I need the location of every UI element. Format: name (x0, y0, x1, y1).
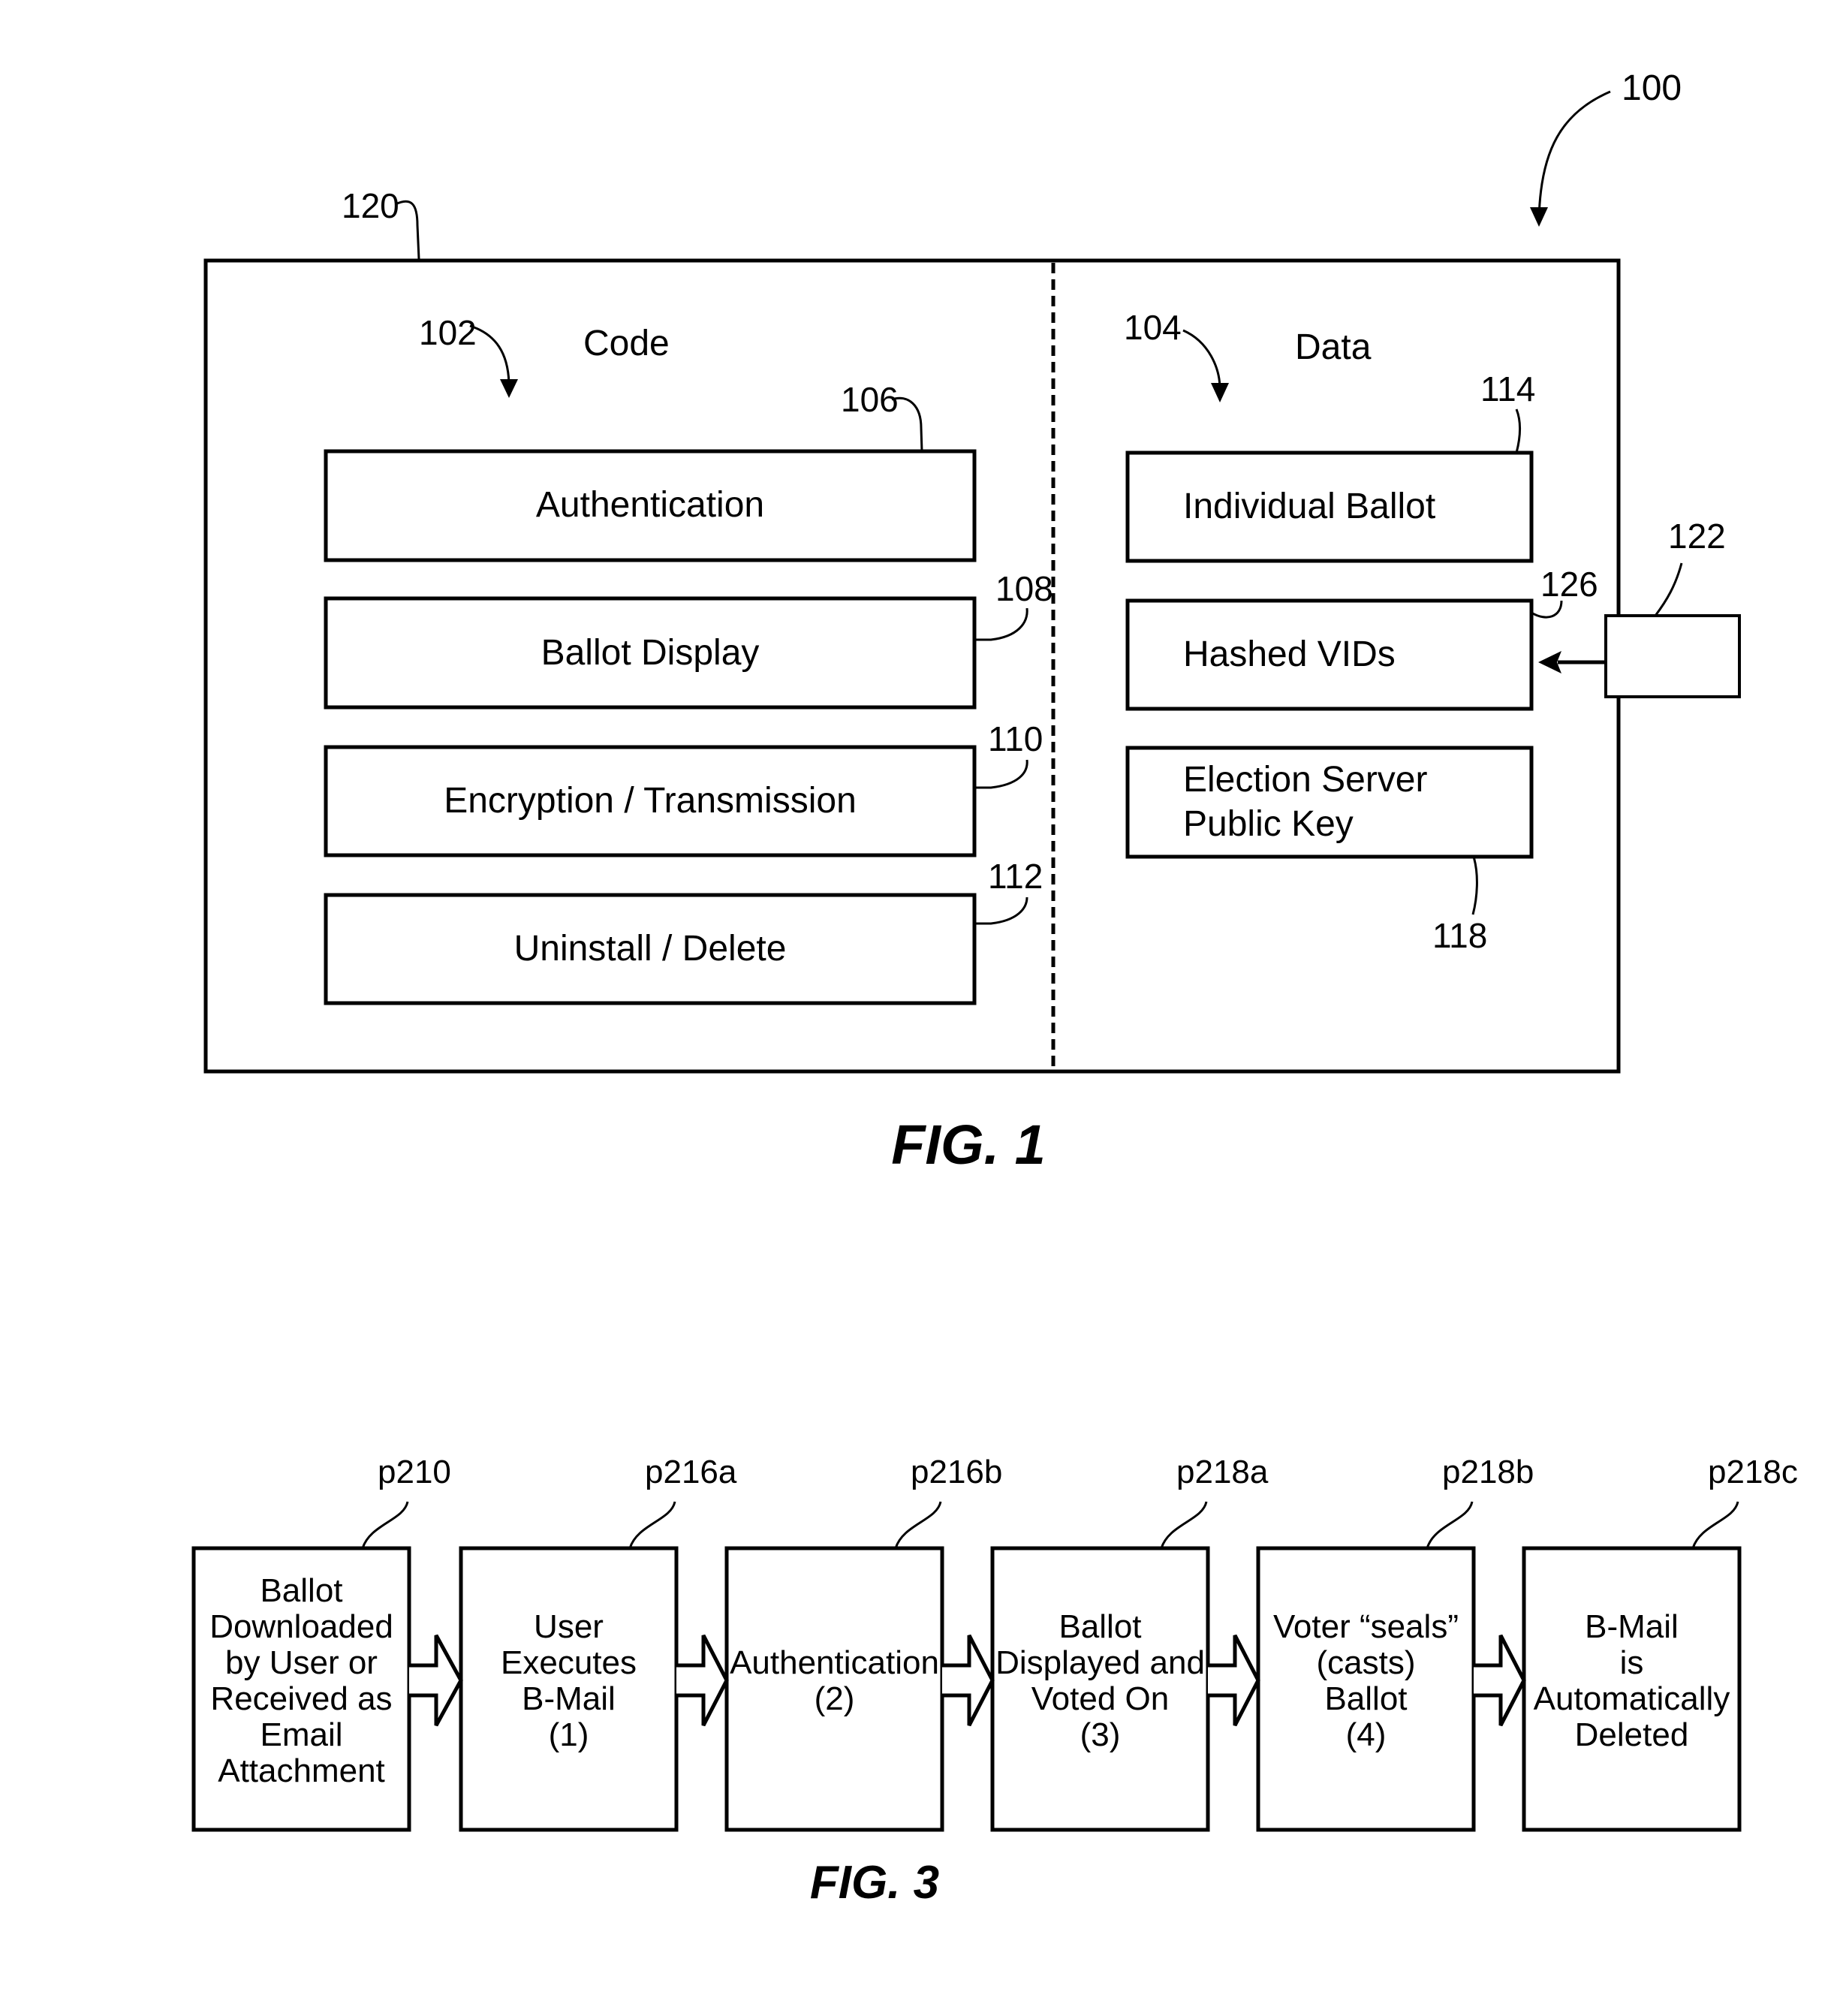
flow-arrow-icon (942, 1634, 995, 1727)
arrowhead-icon (500, 379, 518, 398)
ref-leader-114 (1515, 408, 1521, 454)
fig3-caption: FIG. 3 (810, 1857, 939, 1909)
container-box (203, 258, 1621, 1074)
step-label-line: (2) (815, 1680, 855, 1717)
ref-label-110: 110 (988, 719, 1043, 758)
ref-label-120: 120 (342, 186, 399, 225)
module-label: Ballot Display (541, 633, 760, 673)
ref-leader-122 (1654, 562, 1683, 616)
external-input-122: 122 (1538, 517, 1741, 698)
ref-leader-108 (974, 607, 1028, 641)
data-label-line-2: Public Key (1183, 804, 1354, 844)
flow-arrow-icon (1474, 1634, 1526, 1727)
ref-leader (1691, 1501, 1739, 1549)
data-label: Individual Ballot (1183, 487, 1435, 526)
code-module-authentication: Authentication 106 (324, 380, 977, 562)
step-label-line: Received as (210, 1680, 392, 1717)
ref-leader (1426, 1501, 1474, 1549)
ref-leader-110 (974, 759, 1028, 789)
step-label-line: Email (260, 1716, 342, 1753)
step-label-line: is (1620, 1644, 1644, 1681)
flow-step: BallotDisplayed andVoted On(3) p218a (990, 1454, 1269, 1832)
data-section-title: Data (1295, 327, 1372, 367)
step-label-line: (4) (1346, 1716, 1387, 1753)
ref-leader-118 (1471, 856, 1478, 915)
step-label-line: Voted On (1031, 1680, 1169, 1717)
code-module-uninstall-delete: Uninstall / Delete 112 (324, 857, 1043, 1005)
ref-label-104: 104 (1124, 308, 1182, 347)
ref-label-114: 114 (1480, 369, 1535, 408)
data-label-line-1: Election Server (1183, 760, 1427, 800)
step-label-line: by User or (225, 1644, 378, 1681)
step-label-line: Attachment (218, 1752, 385, 1789)
step-label-line: Ballot (1324, 1680, 1407, 1717)
fig1: 100 120 102 Code 104 Data Authentication… (203, 68, 1741, 1176)
flow-arrow-icon (676, 1634, 729, 1727)
data-item-hashed-vids: Hashed VIDs 126 (1125, 565, 1598, 711)
arrowhead-icon (1211, 383, 1229, 402)
ref-label-106: 106 (841, 380, 899, 419)
ref-leader-112 (974, 897, 1028, 925)
ref-label-step: p210 (378, 1454, 451, 1490)
flow-step: UserExecutesB-Mail(1) p216a (459, 1454, 737, 1832)
module-label: Authentication (536, 485, 764, 525)
flow-step: B-MailisAutomaticallyDeleted p218c (1522, 1454, 1798, 1832)
step-label-line: Voter “seals” (1273, 1608, 1459, 1645)
step-label-line: (casts) (1317, 1644, 1416, 1681)
ref-label-126: 126 (1540, 565, 1598, 604)
data-label: Hashed VIDs (1183, 634, 1396, 674)
ref-leader (1160, 1501, 1208, 1549)
step-label-line: Authentication (730, 1644, 939, 1681)
ref-label-step: p218a (1176, 1454, 1269, 1490)
flow-step: BallotDownloadedby User orReceived asEma… (191, 1454, 463, 1832)
fig1-caption: FIG. 1 (891, 1113, 1046, 1176)
ref-label-112: 112 (988, 857, 1043, 896)
ref-label-step: p218c (1708, 1454, 1798, 1490)
flow-arrow-icon (1208, 1634, 1260, 1727)
ref-leader (361, 1501, 409, 1549)
ref-label-step: p216b (911, 1454, 1002, 1490)
ref-label-118: 118 (1432, 916, 1487, 955)
step-label-line: (1) (549, 1716, 589, 1753)
ref-leader (628, 1501, 676, 1549)
arrowhead-icon (1530, 207, 1548, 227)
step-label-line: Downloaded (209, 1608, 393, 1645)
step-label-line: Ballot (260, 1572, 342, 1609)
data-item-individual-ballot: Individual Ballot 114 (1125, 369, 1535, 563)
ref-label-102: 102 (419, 313, 477, 352)
flow-arrow-icon (409, 1634, 463, 1727)
ref-label-108: 108 (995, 569, 1053, 608)
ref-arrow-100 (1537, 90, 1611, 220)
ref-label-122: 122 (1668, 517, 1726, 556)
step-label-line: Ballot (1059, 1608, 1141, 1645)
code-module-ballot-display: Ballot Display 108 (324, 569, 1053, 710)
code-module-encryption-transmission: Encryption / Transmission 110 (324, 719, 1043, 857)
ref-label-step: p216a (645, 1454, 737, 1490)
ref-label-step: p218b (1442, 1454, 1534, 1490)
step-label-line: User (534, 1608, 604, 1645)
step-label-line: Deleted (1575, 1716, 1689, 1753)
code-section-title: Code (583, 324, 670, 363)
step-label-line: Automatically (1534, 1680, 1730, 1717)
input-box (1604, 614, 1741, 698)
step-label-line: Executes (501, 1644, 637, 1681)
fig3-flowchart: BallotDownloadedby User orReceived asEma… (191, 1454, 1798, 1832)
step-label-line: Displayed and (995, 1644, 1205, 1681)
ref-label-100: 100 (1622, 68, 1682, 108)
flow-step: Voter “seals”(casts)Ballot(4) p218b (1256, 1454, 1534, 1832)
module-label: Encryption / Transmission (444, 781, 857, 821)
data-item-election-server-public-key: Election Server Public Key 118 (1125, 746, 1534, 955)
ref-leader (894, 1501, 942, 1549)
step-label-line: (3) (1080, 1716, 1121, 1753)
step-label-line: B-Mail (1585, 1608, 1679, 1645)
flow-step: Authentication(2) p216b (724, 1454, 1002, 1832)
step-label-line: B-Mail (522, 1680, 616, 1717)
module-label: Uninstall / Delete (514, 929, 787, 969)
ref-arrow-104 (1182, 329, 1221, 390)
patent-drawing-sheet: 100 120 102 Code 104 Data Authentication… (191, 68, 1798, 1909)
